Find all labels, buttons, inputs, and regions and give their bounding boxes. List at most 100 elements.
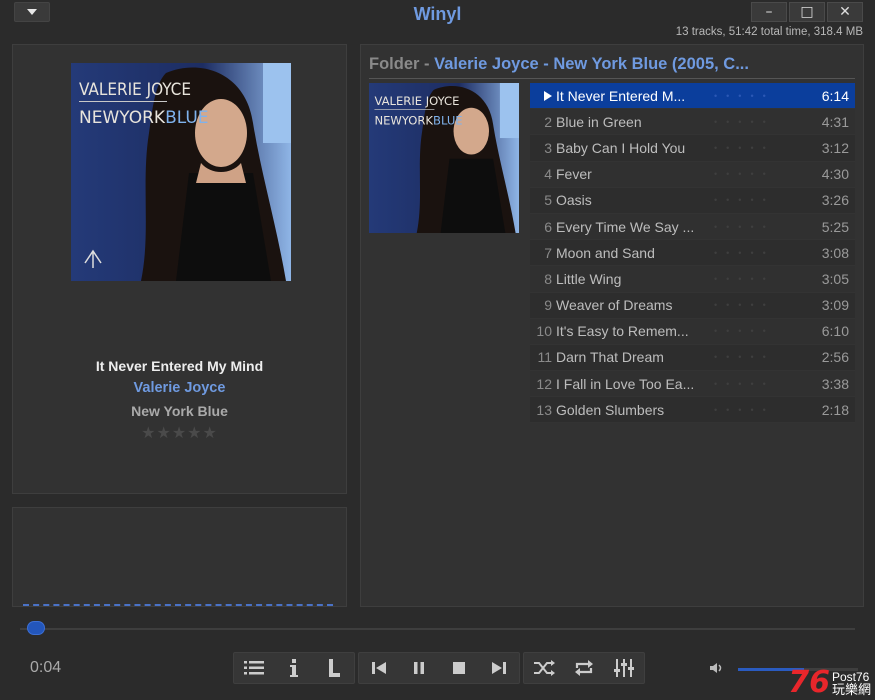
track-duration: 6:10 (821, 323, 849, 340)
track-list: It Never Entered M... ••••• 6:14 2 Blue in G… (530, 83, 855, 424)
now-playing-title: It Never Entered My Mind (95, 358, 264, 374)
track-number: 7 (544, 244, 552, 261)
folder-header: Folder - Valerie Joyce - New York Blue (… (369, 55, 855, 79)
play-indicator-icon (544, 90, 552, 101)
track-rating[interactable]: ••••• (696, 143, 811, 153)
info-button[interactable] (274, 653, 314, 683)
equalizer-button[interactable] (604, 653, 644, 683)
cover-artist-text: VALERIE JOYCE (79, 80, 191, 100)
track-row[interactable]: 10 It's Easy to Remem... ••••• 6:10 (530, 318, 855, 345)
track-rating[interactable]: ••••• (696, 274, 811, 284)
track-rating[interactable]: ••••• (696, 117, 811, 127)
track-duration: 3:09 (821, 297, 849, 314)
volume-icon[interactable] (708, 661, 726, 675)
track-row[interactable]: 12 I Fall in Love Too Ea... ••••• 3:38 (530, 371, 855, 398)
track-row[interactable]: 4 Fever ••••• 4:30 (530, 161, 855, 188)
seek-handle[interactable] (27, 621, 46, 635)
track-title: Little Wing (556, 270, 622, 287)
track-rating[interactable]: ••••• (696, 326, 811, 336)
library-stats: 13 tracks, 51:42 total time, 318.4 MB (675, 26, 863, 38)
track-row[interactable]: 8 Little Wing ••••• 3:05 (530, 266, 855, 293)
track-duration: 3:12 (821, 139, 849, 156)
close-button[interactable]: ✕ (827, 2, 863, 22)
stop-button[interactable] (439, 653, 479, 683)
track-duration: 2:18 (821, 401, 849, 418)
maximize-button[interactable]: □ (789, 2, 825, 22)
track-number: 11 (537, 349, 552, 366)
track-title: Darn That Dream (556, 349, 664, 366)
watermark-logo: 76 Post76 玩樂網 (788, 668, 871, 698)
track-row[interactable]: 2 Blue in Green ••••• 4:31 (530, 109, 855, 136)
track-number: 9 (544, 297, 552, 314)
track-row[interactable]: 13 Golden Slumbers ••••• 2:18 (530, 397, 855, 424)
minimize-button[interactable]: – (751, 2, 787, 22)
track-title: Blue in Green (556, 113, 642, 130)
cover-small-artist-text: VALERIE JOYCE (374, 94, 459, 108)
track-rating[interactable]: ••••• (696, 195, 811, 205)
track-rating[interactable]: ••••• (696, 248, 811, 258)
info-icon (290, 659, 298, 677)
track-number: 4 (544, 166, 552, 183)
equalizer-icon (614, 659, 634, 677)
track-rating[interactable]: ••••• (696, 352, 811, 362)
shuffle-icon (534, 660, 555, 676)
now-playing-artist[interactable]: Valerie Joyce (13, 380, 346, 396)
watermark-number: 76 (788, 665, 830, 700)
track-rating[interactable]: ••••• (696, 222, 811, 232)
track-row[interactable]: 11 Darn That Dream ••••• 2:56 (530, 344, 855, 372)
track-title: It Never Entered M... (556, 87, 686, 104)
seek-bar[interactable] (20, 628, 855, 630)
track-rating[interactable]: ••••• (696, 300, 811, 310)
previous-button[interactable] (359, 653, 399, 683)
track-title: Fever (556, 166, 592, 183)
lyrics-icon (329, 659, 340, 677)
track-row[interactable]: 3 Baby Can I Hold You ••••• 3:12 (530, 135, 855, 162)
track-duration: 3:05 (821, 270, 849, 287)
visualizer-panel (12, 507, 347, 607)
track-number: 2 (544, 113, 552, 130)
track-row[interactable]: 6 Every Time We Say ... ••••• 5:25 (530, 213, 855, 241)
playback-mode-controls (523, 652, 645, 684)
track-title: Moon and Sand (556, 244, 655, 261)
rating-stars[interactable]: ★★★★★ (13, 423, 346, 442)
folder-name[interactable]: Valerie Joyce - New York Blue (2005, C..… (434, 55, 749, 73)
track-duration: 4:30 (821, 166, 849, 183)
lyrics-button[interactable] (314, 653, 354, 683)
track-rating[interactable]: ••••• (696, 405, 811, 415)
repeat-button[interactable] (564, 653, 604, 683)
track-duration: 4:31 (821, 113, 849, 130)
window-controls: – □ ✕ (751, 2, 863, 22)
track-title: It's Easy to Remem... (556, 323, 689, 340)
track-duration: 6:14 (821, 87, 849, 104)
track-row[interactable]: 5 Oasis ••••• 3:26 (530, 187, 855, 214)
pause-icon (414, 662, 424, 674)
playlist-panel: Folder - Valerie Joyce - New York Blue (… (360, 44, 864, 607)
track-row[interactable]: 9 Weaver of Dreams ••••• 3:09 (530, 292, 855, 319)
watermark-chinese: 玩樂網 (831, 683, 871, 698)
track-title: Baby Can I Hold You (556, 139, 686, 156)
track-rating[interactable]: ••••• (696, 169, 811, 179)
next-button[interactable] (479, 653, 519, 683)
next-icon (492, 662, 506, 674)
track-row[interactable]: It Never Entered M... ••••• 6:14 (530, 83, 855, 110)
track-title: Every Time We Say ... (556, 218, 695, 235)
track-duration: 5:25 (821, 218, 849, 235)
spectrum-visualizer (23, 598, 333, 606)
track-number: 10 (536, 323, 552, 340)
track-duration: 3:38 (821, 375, 849, 392)
shuffle-button[interactable] (524, 653, 564, 683)
track-rating[interactable]: ••••• (696, 379, 811, 389)
cover-album-text: NEWYORKBLUE (79, 108, 209, 128)
now-playing-indicator (530, 88, 556, 104)
folder-separator: - (419, 55, 435, 73)
track-rating[interactable]: ••••• (696, 91, 811, 101)
pause-button[interactable] (399, 653, 439, 683)
folder-label: Folder (369, 55, 420, 73)
playlist-view-button[interactable] (234, 653, 274, 683)
track-title: I Fall in Love Too Ea... (556, 375, 695, 392)
now-playing-album[interactable]: New York Blue (13, 403, 346, 419)
album-cover-large: VALERIE JOYCE NEWYORKBLUE (71, 63, 291, 281)
track-duration: 3:08 (821, 244, 849, 261)
track-row[interactable]: 7 Moon and Sand ••••• 3:08 (530, 240, 855, 267)
cover-small-album-text: NEWYORKBLUE (374, 113, 462, 127)
